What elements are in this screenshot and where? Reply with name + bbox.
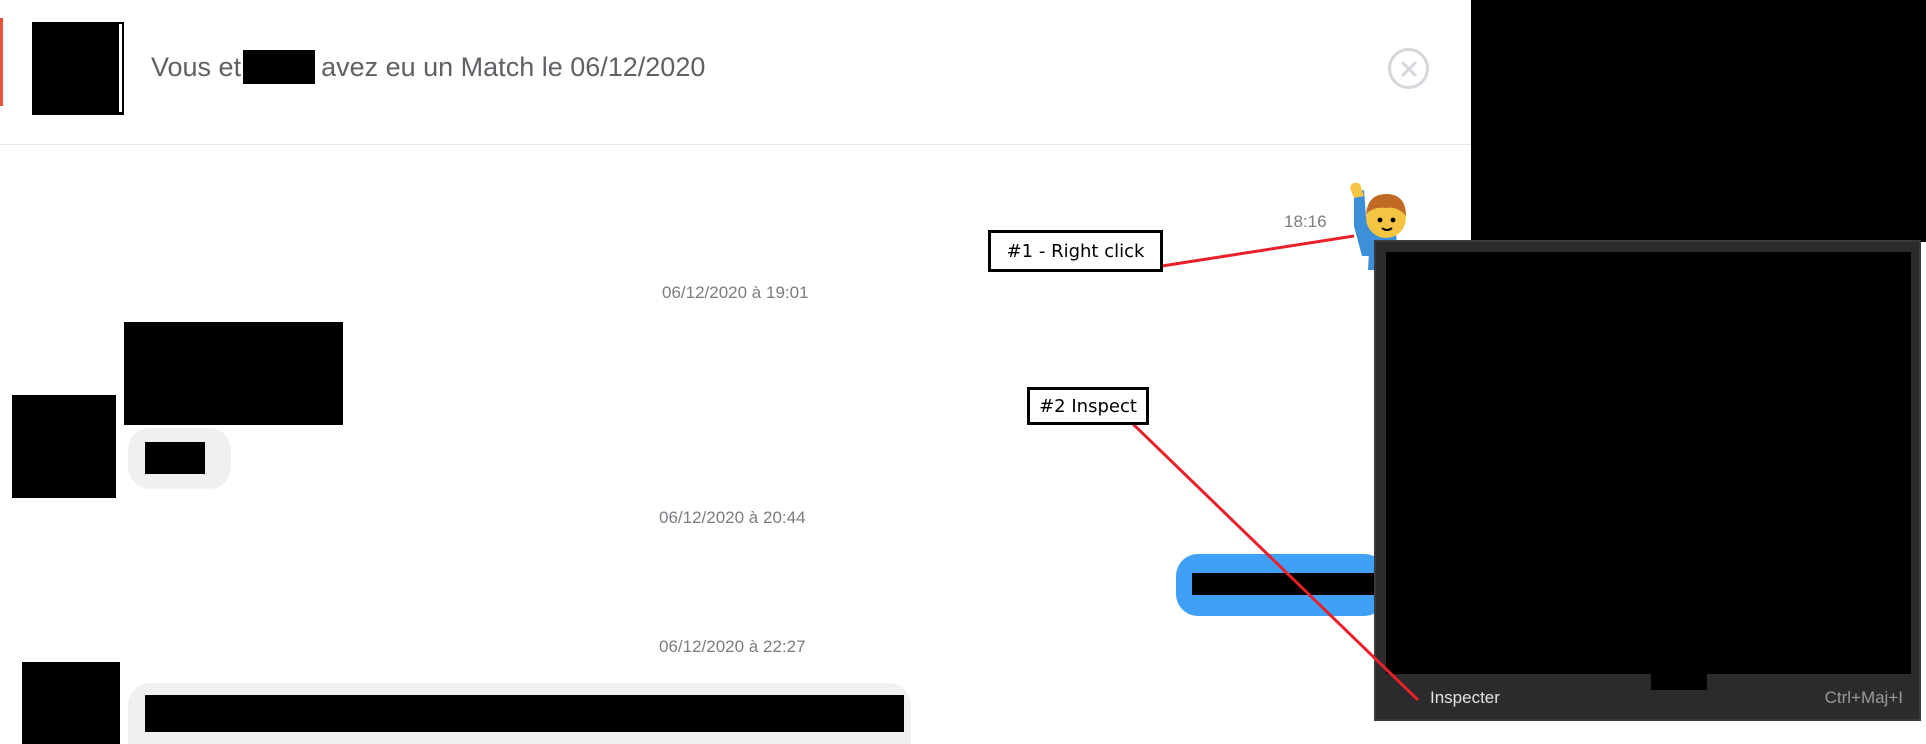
redacted-panel: [1471, 0, 1926, 242]
menu-item-inspect[interactable]: Inspecter Ctrl+Maj+I: [1376, 674, 1919, 721]
annotation-step2: #2 Inspect: [1027, 387, 1149, 425]
menu-item-inspect-shortcut: Ctrl+Maj+I: [1824, 687, 1903, 707]
received-text-redacted: [145, 442, 205, 474]
sent-text-redacted: [1192, 573, 1386, 595]
received-image-redacted[interactable]: [124, 322, 343, 425]
received-long-text-redacted: [145, 695, 904, 732]
received-bubble-2[interactable]: [128, 683, 911, 744]
sender-avatar-redacted-2[interactable]: [22, 662, 120, 744]
sender-avatar-redacted[interactable]: [12, 395, 116, 498]
match-avatar-redacted[interactable]: [32, 22, 124, 115]
arrow-1-line: [1161, 234, 1355, 268]
match-name-redacted: [243, 50, 316, 84]
match-title-suffix: avez eu un Match le 06/12/2020: [321, 52, 706, 82]
close-icon[interactable]: [1388, 48, 1429, 89]
timestamp-3: 06/12/2020 à 22:27: [659, 637, 806, 656]
timestamp-1: 06/12/2020 à 19:01: [662, 283, 809, 302]
avatar-edge: [119, 24, 122, 112]
sent-bubble[interactable]: [1176, 554, 1386, 616]
header-accent-bar: [0, 18, 3, 106]
sent-message-time: 18:16: [1284, 212, 1327, 231]
timestamp-2: 06/12/2020 à 20:44: [659, 508, 806, 527]
menu-item-inspect-label: Inspecter: [1430, 687, 1500, 707]
context-menu-items-redacted: [1386, 252, 1911, 674]
match-title-prefix: Vous et: [151, 52, 242, 82]
context-menu: Inspecter Ctrl+Maj+I: [1374, 240, 1921, 721]
chat-header: Vous et avez eu un Match le 06/12/2020: [0, 0, 1471, 145]
annotation-step1: #1 - Right click: [988, 230, 1163, 272]
received-bubble-1[interactable]: [128, 428, 231, 489]
match-title: Vous et avez eu un Match le 06/12/2020: [151, 50, 705, 84]
